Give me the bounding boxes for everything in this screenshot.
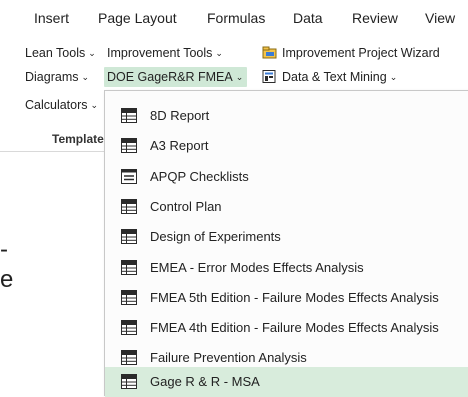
improvement-wizard-button[interactable]: Improvement Project Wizard <box>262 46 440 60</box>
menu-item-control-plan[interactable]: Control Plan <box>105 192 468 222</box>
tab-review[interactable]: Review <box>352 10 398 26</box>
diagrams-dropdown[interactable]: Diagrams ⌄ <box>25 70 89 84</box>
diagrams-label: Diagrams <box>25 70 79 84</box>
improvement-tools-label: Improvement Tools <box>107 46 213 60</box>
lean-tools-dropdown[interactable]: Lean Tools ⌄ <box>25 46 96 60</box>
table-icon <box>121 199 137 214</box>
group-separator <box>0 151 110 152</box>
chevron-down-icon: ⌄ <box>88 48 96 58</box>
menu-item-label: FMEA 5th Edition - Failure Modes Effects… <box>150 290 439 305</box>
menu-item-8d-report[interactable]: 8D Report <box>105 101 468 131</box>
doe-gage-fmea-dropdown[interactable]: DOE GageR&R FMEA ⌄ <box>104 67 248 87</box>
group-label-templates: Templates <box>52 132 111 146</box>
tab-view[interactable]: View <box>425 10 455 26</box>
menu-item-emea[interactable]: EMEA - Error Modes Effects Analysis <box>105 253 468 283</box>
tab-insert[interactable]: Insert <box>34 10 69 26</box>
calculators-dropdown[interactable]: Calculators ⌄ <box>25 98 98 112</box>
wizard-icon <box>262 46 277 59</box>
ribbon-tabs: Insert Page Layout Formulas Data Review … <box>0 0 468 38</box>
menu-item-label: Failure Prevention Analysis <box>150 350 307 365</box>
data-text-mining-label: Data & Text Mining <box>282 70 387 84</box>
chevron-down-icon: ⌄ <box>81 72 90 82</box>
doe-gage-fmea-label: DOE GageR&R FMEA <box>107 70 233 84</box>
menu-item-fmea-4th[interactable]: FMEA 4th Edition - Failure Modes Effects… <box>105 313 468 343</box>
menu-item-label: Gage R & R - MSA <box>150 374 260 389</box>
table-icon <box>121 320 137 335</box>
chevron-down-icon: ⌄ <box>389 72 398 82</box>
tab-data[interactable]: Data <box>293 10 323 26</box>
table-icon <box>121 290 137 305</box>
table-icon <box>121 350 137 365</box>
table-icon <box>121 108 137 123</box>
calculators-label: Calculators <box>25 98 88 112</box>
menu-item-label: FMEA 4th Edition - Failure Modes Effects… <box>150 320 439 335</box>
menu-item-gage-rr-msa[interactable]: Gage R & R - MSA <box>105 367 468 397</box>
sheet-fragment: - <box>0 236 8 263</box>
tab-formulas[interactable]: Formulas <box>207 10 265 26</box>
sheet-fragment: e <box>0 266 14 293</box>
menu-item-fmea-5th[interactable]: FMEA 5th Edition - Failure Modes Effects… <box>105 283 468 313</box>
lean-tools-label: Lean Tools <box>25 46 86 60</box>
menu-item-label: APQP Checklists <box>150 169 249 184</box>
improvement-tools-dropdown[interactable]: Improvement Tools ⌄ <box>107 46 223 60</box>
table-icon <box>121 260 137 275</box>
table-icon <box>121 229 137 244</box>
chevron-down-icon: ⌄ <box>235 72 244 82</box>
table-icon <box>121 374 137 389</box>
tab-page-layout[interactable]: Page Layout <box>98 10 177 26</box>
data-mining-icon <box>262 70 276 83</box>
chevron-down-icon: ⌄ <box>215 48 223 58</box>
menu-item-design-of-experiments[interactable]: Design of Experiments <box>105 222 468 252</box>
chevron-down-icon: ⌄ <box>90 100 99 110</box>
menu-item-a3-report[interactable]: A3 Report <box>105 131 468 161</box>
doe-gage-fmea-menu: 8D Report A3 Report APQP Checklists Cont… <box>104 90 468 397</box>
checklist-icon <box>121 169 137 184</box>
menu-item-label: A3 Report <box>150 138 209 153</box>
menu-item-label: Control Plan <box>150 199 222 214</box>
menu-item-apqp-checklists[interactable]: APQP Checklists <box>105 162 468 192</box>
menu-item-label: EMEA - Error Modes Effects Analysis <box>150 260 364 275</box>
menu-item-label: Design of Experiments <box>150 229 281 244</box>
improvement-wizard-label: Improvement Project Wizard <box>282 46 440 60</box>
menu-item-label: 8D Report <box>150 108 210 123</box>
table-icon <box>121 138 137 153</box>
data-text-mining-dropdown[interactable]: Data & Text Mining ⌄ <box>262 70 397 84</box>
